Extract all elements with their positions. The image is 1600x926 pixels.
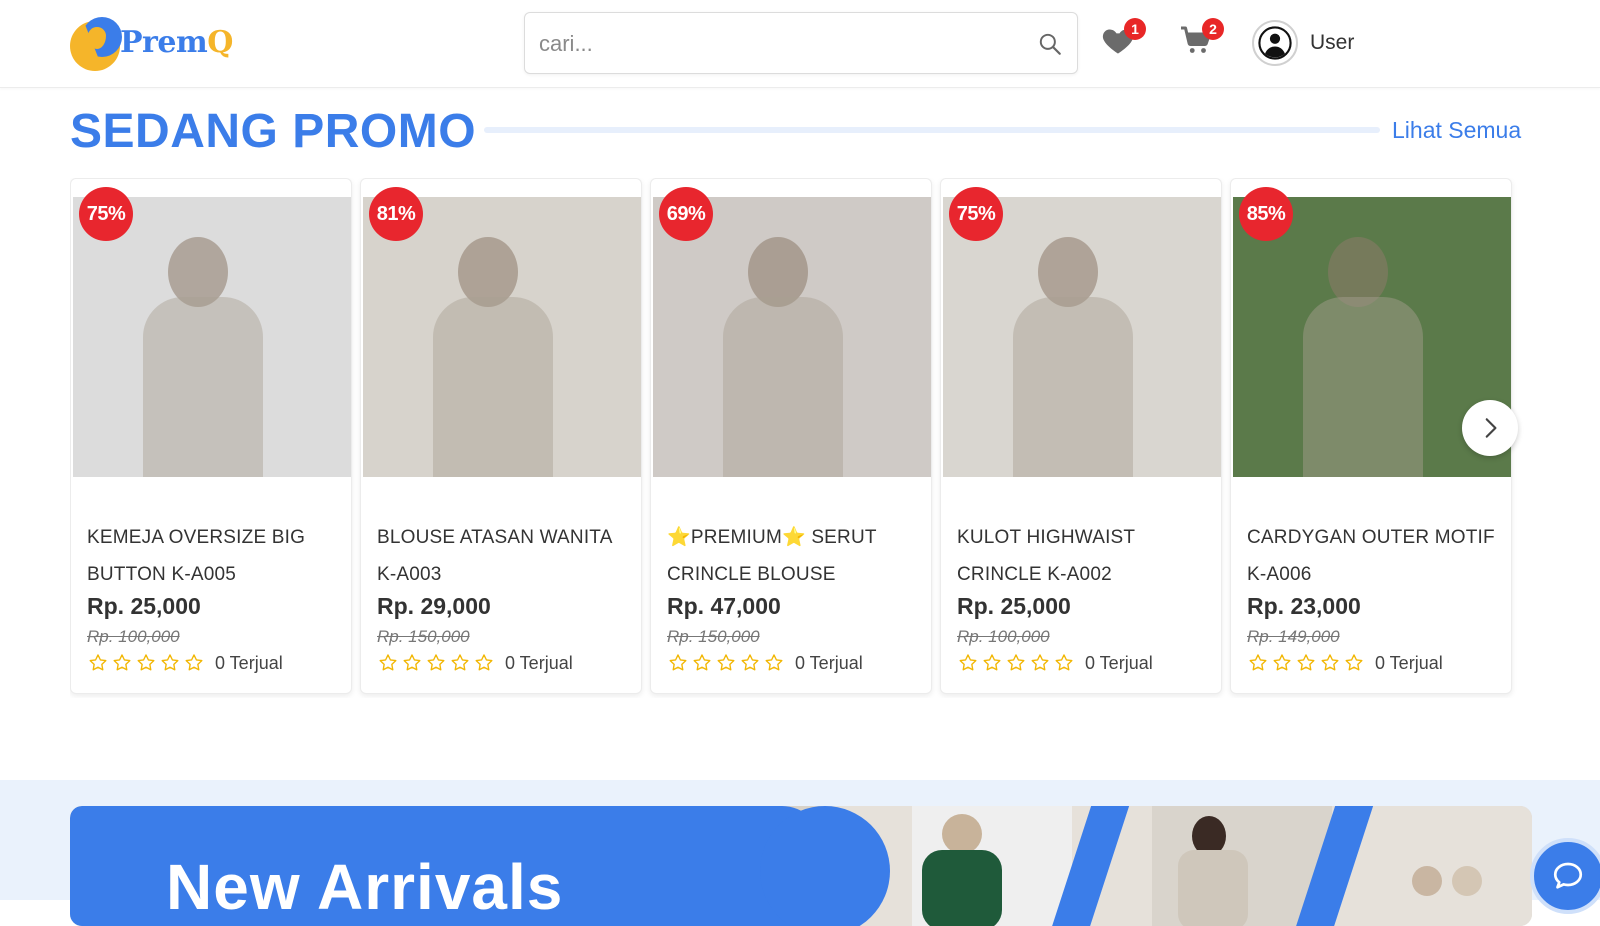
carousel-next-button[interactable] — [1462, 400, 1518, 456]
star-outline-icon — [89, 654, 107, 671]
wishlist-count-badge: 1 — [1124, 18, 1146, 40]
product-card[interactable]: 75% KEMEJA OVERSIZE BIG BUTTON K-A005 Rp. … — [70, 178, 352, 694]
logo-mark-icon — [70, 15, 124, 71]
original-price: Rp. 149,000 — [1247, 627, 1340, 646]
star-outline-icon — [1031, 654, 1049, 671]
chat-icon — [1553, 862, 1583, 889]
star-outline-icon — [1273, 654, 1291, 671]
star-outline-icon — [765, 654, 783, 671]
product-rating: 0 Terjual — [377, 651, 573, 675]
product-price: Rp. 47,000 — [667, 593, 781, 619]
banner-photo — [822, 806, 1532, 926]
user-menu[interactable]: User — [1252, 18, 1354, 68]
star-outline-icon — [741, 654, 759, 671]
star-outline-icon — [693, 654, 711, 671]
discount-badge: 85% — [1239, 187, 1293, 241]
product-price: Rp. 23,000 — [1247, 593, 1361, 619]
product-card[interactable]: 75% KULOT HIGHWAIST CRINCLE K-A002 Rp. 25,… — [940, 178, 1222, 694]
star-outline-icon — [983, 654, 1001, 671]
sold-count: 0 Terjual — [795, 652, 863, 673]
star-outline-icon — [959, 654, 977, 671]
star-outline-icon — [161, 654, 179, 671]
product-price: Rp. 25,000 — [957, 593, 1071, 619]
original-price: Rp. 100,000 — [87, 627, 180, 646]
cart-button[interactable]: 2 — [1178, 18, 1224, 62]
star-outline-icon — [475, 654, 493, 671]
star-outline-icon — [1321, 654, 1339, 671]
discount-badge: 69% — [659, 187, 713, 241]
discount-badge: 81% — [369, 187, 423, 241]
star-outline-icon — [1249, 654, 1267, 671]
star-outline-icon — [717, 654, 735, 671]
chat-button[interactable] — [1530, 838, 1600, 914]
product-price: Rp. 25,000 — [87, 593, 201, 619]
star-outline-icon — [137, 654, 155, 671]
product-price: Rp. 29,000 — [377, 593, 491, 619]
site-header: PremQ 1 2 User — [0, 0, 1600, 88]
star-outline-icon — [451, 654, 469, 671]
avatar — [1252, 20, 1298, 66]
original-price: Rp. 100,000 — [957, 627, 1050, 646]
star-outline-icon — [403, 654, 421, 671]
product-rating: 0 Terjual — [957, 651, 1153, 675]
user-icon — [1258, 26, 1292, 60]
star-outline-icon — [379, 654, 397, 671]
section-divider — [484, 127, 1380, 133]
product-name[interactable]: ⭐PREMIUM⭐ SERUT CRINCLE BLOUSE — [667, 519, 923, 593]
product-card[interactable]: 69% ⭐PREMIUM⭐ SERUT CRINCLE BLOUSE Rp. 47,… — [650, 178, 932, 694]
chevron-right-icon — [1485, 418, 1497, 438]
wishlist-button[interactable]: 1 — [1100, 18, 1146, 62]
product-rating: 0 Terjual — [87, 651, 283, 675]
promo-carousel: 75% KEMEJA OVERSIZE BIG BUTTON K-A005 Rp. … — [70, 178, 1532, 698]
search-input[interactable] — [539, 27, 1009, 61]
star-outline-icon — [1055, 654, 1073, 671]
original-price: Rp. 150,000 — [377, 627, 470, 646]
star-outline-icon — [669, 654, 687, 671]
star-outline-icon — [1297, 654, 1315, 671]
sold-count: 0 Terjual — [1085, 652, 1153, 673]
sold-count: 0 Terjual — [215, 652, 283, 673]
sold-count: 0 Terjual — [505, 652, 573, 673]
new-arrivals-banner[interactable]: New Arrivals — [70, 806, 1532, 926]
brand-logo[interactable]: PremQ — [70, 14, 233, 71]
sold-count: 0 Terjual — [1375, 652, 1443, 673]
cart-count-badge: 2 — [1202, 18, 1224, 40]
product-name[interactable]: BLOUSE ATASAN WANITA K-A003 — [377, 519, 633, 593]
see-all-link[interactable]: Lihat Semua — [1392, 117, 1521, 144]
star-outline-icon — [185, 654, 203, 671]
product-rating: 0 Terjual — [1247, 651, 1443, 675]
star-outline-icon — [113, 654, 131, 671]
discount-badge: 75% — [79, 187, 133, 241]
star-outline-icon — [1345, 654, 1363, 671]
promo-section-title: SEDANG PROMO — [70, 105, 477, 158]
star-outline-icon — [427, 654, 445, 671]
star-outline-icon — [1007, 654, 1025, 671]
user-name: User — [1310, 31, 1355, 54]
search-icon[interactable] — [1037, 31, 1063, 57]
product-rating: 0 Terjual — [667, 651, 863, 675]
product-name[interactable]: CARDYGAN OUTER MOTIF K-A006 — [1247, 519, 1503, 593]
original-price: Rp. 150,000 — [667, 627, 760, 646]
product-card[interactable]: 81% BLOUSE ATASAN WANITA K-A003 Rp. 29,000… — [360, 178, 642, 694]
product-name[interactable]: KEMEJA OVERSIZE BIG BUTTON K-A005 — [87, 519, 343, 593]
logo-text: PremQ — [120, 24, 233, 60]
banner-title: New Arrivals — [166, 851, 564, 923]
product-name[interactable]: KULOT HIGHWAIST CRINCLE K-A002 — [957, 519, 1213, 593]
search-box — [524, 12, 1078, 74]
banner-blue-curve — [760, 806, 890, 926]
discount-badge: 75% — [949, 187, 1003, 241]
